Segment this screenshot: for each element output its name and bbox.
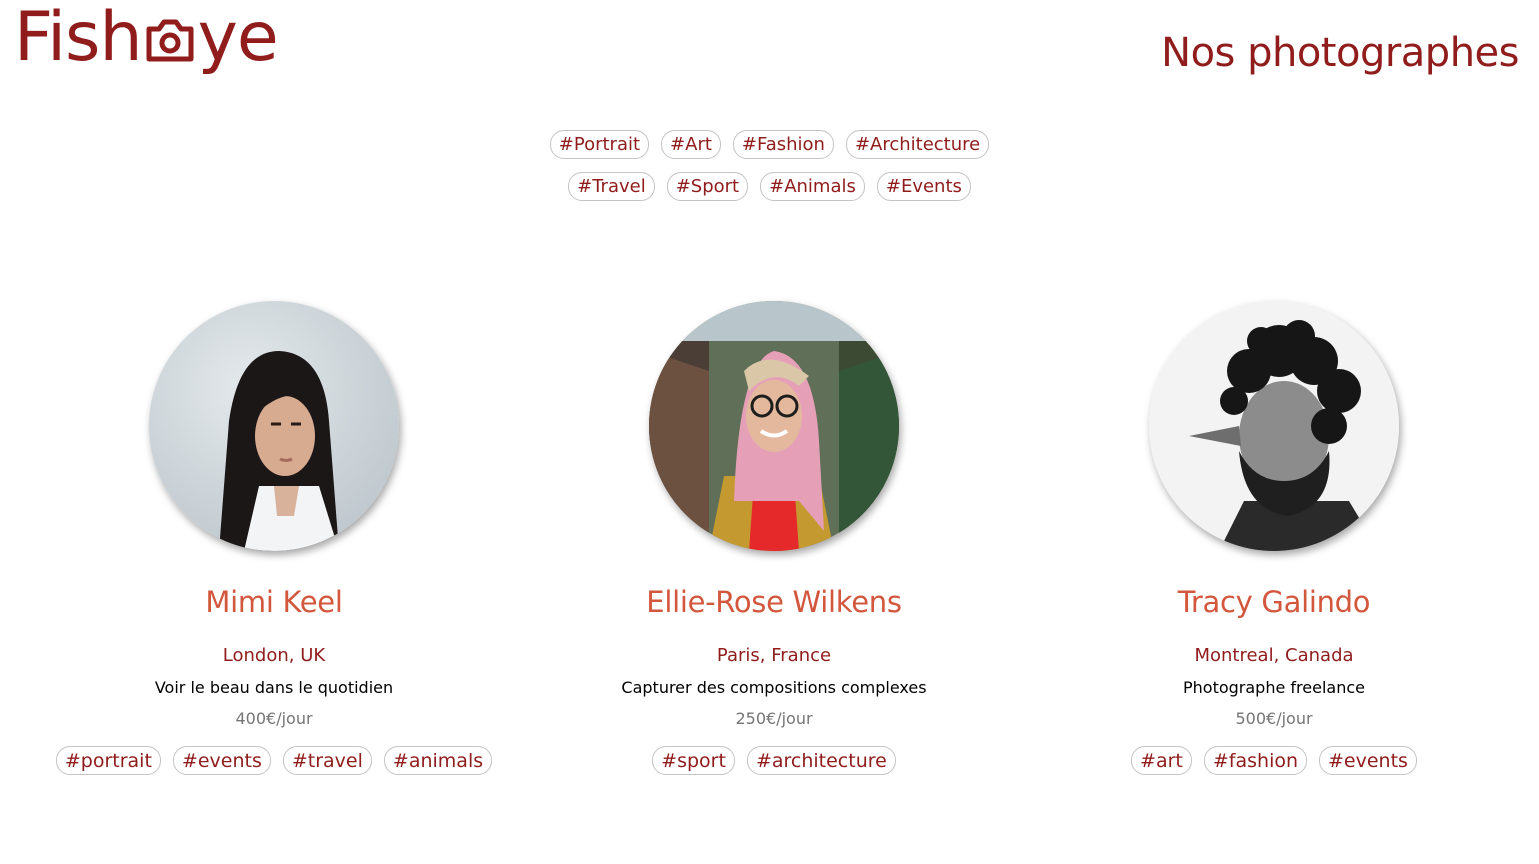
filter-tag-sport[interactable]: #Sport [666, 172, 749, 201]
photographer-tagline: Capturer des compositions complexes [621, 678, 927, 697]
card-tag-events[interactable]: #events [1319, 746, 1417, 775]
photographer-name[interactable]: Mimi Keel [205, 585, 343, 619]
card-tag-art[interactable]: #art [1131, 746, 1192, 775]
filter-tag-fashion[interactable]: #Fashion [732, 130, 834, 159]
filter-tag-art[interactable]: #Art [661, 130, 721, 159]
photographer-price: 250€/jour [735, 709, 813, 728]
photographer-tags: #sport #architecture [652, 746, 896, 775]
card-tag-fashion[interactable]: #fashion [1203, 746, 1308, 775]
card-tag-portrait[interactable]: #portrait [55, 746, 161, 775]
photographer-location: Paris, France [716, 645, 832, 666]
filter-tag-portrait[interactable]: #Portrait [549, 130, 650, 159]
page-title: Nos photographes [1161, 30, 1519, 76]
tag-filter-nav: #Portrait #Art #Fashion #Architecture #T… [0, 130, 1539, 201]
filter-row-2: #Travel #Sport #Animals #Events [568, 172, 971, 201]
photographer-location: Montreal, Canada [1194, 645, 1354, 666]
photographer-portrait[interactable] [149, 301, 399, 551]
card-tag-architecture[interactable]: #architecture [746, 746, 896, 775]
photographer-card: Ellie-Rose Wilkens Paris, France Capture… [524, 301, 1024, 775]
filter-row-1: #Portrait #Art #Fashion #Architecture [549, 130, 990, 159]
photographer-price: 500€/jour [1235, 709, 1313, 728]
photographer-card: Mimi Keel London, UK Voir le beau dans l… [24, 301, 524, 775]
filter-tag-animals[interactable]: #Animals [760, 172, 865, 201]
card-tag-animals[interactable]: #animals [383, 746, 493, 775]
photographer-tagline: Photographe freelance [1183, 678, 1365, 697]
logo-text-right: ye [197, 0, 279, 77]
photographer-card: Tracy Galindo Montreal, Canada Photograp… [1024, 301, 1524, 775]
card-tag-sport[interactable]: #sport [652, 746, 735, 775]
photographer-location: London, UK [222, 645, 326, 666]
filter-tag-events[interactable]: #Events [876, 172, 971, 201]
filter-tag-architecture[interactable]: #Architecture [845, 130, 990, 159]
photographer-price: 400€/jour [235, 709, 313, 728]
logo-text-left: Fish [14, 0, 143, 77]
fisheye-logo[interactable]: Fish ye [14, 0, 279, 77]
photographer-tags: #portrait #events #travel #animals [55, 746, 493, 775]
camera-icon [143, 11, 197, 65]
card-tag-travel[interactable]: #travel [282, 746, 372, 775]
filter-tag-travel[interactable]: #Travel [568, 172, 655, 201]
page: Fish ye Nos photographes #Portrait #Art … [0, 0, 1539, 864]
photographer-name[interactable]: Tracy Galindo [1178, 585, 1371, 619]
photographer-portrait[interactable] [649, 301, 899, 551]
photographer-name[interactable]: Ellie-Rose Wilkens [646, 585, 902, 619]
photographer-tagline: Voir le beau dans le quotidien [154, 678, 394, 697]
card-tag-events[interactable]: #events [172, 746, 271, 775]
photographer-tags: #art #fashion #events [1131, 746, 1417, 775]
photographer-portrait[interactable] [1149, 301, 1399, 551]
